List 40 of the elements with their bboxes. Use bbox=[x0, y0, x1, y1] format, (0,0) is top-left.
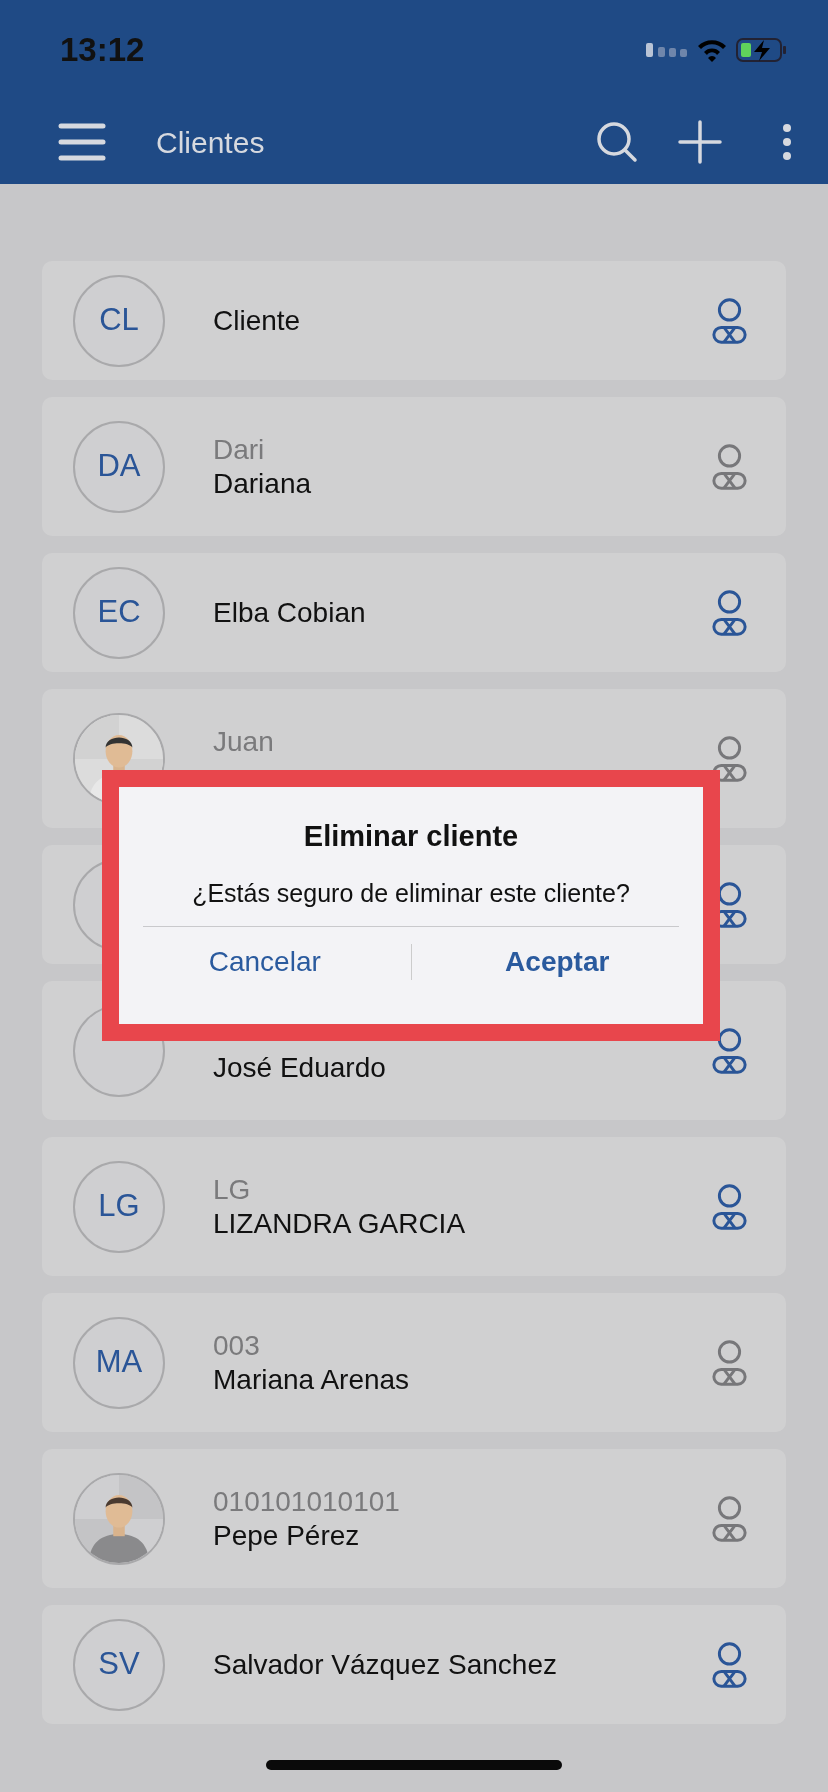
client-name: Dariana bbox=[213, 466, 313, 501]
battery-icon bbox=[736, 38, 788, 62]
avatar-initials: EC bbox=[73, 566, 165, 659]
client-row[interactable]: 010101010101 Pepe Pérez bbox=[42, 1449, 786, 1588]
client-row[interactable]: CL Cliente bbox=[42, 261, 786, 380]
client-row[interactable]: DA Dari Dariana bbox=[42, 397, 786, 536]
status-time: 13:12 bbox=[60, 30, 145, 71]
client-name: José Eduardo bbox=[213, 1050, 387, 1085]
client-row[interactable]: EC Elba Cobian bbox=[42, 553, 786, 672]
client-subtitle: Juan bbox=[213, 724, 275, 759]
wifi-icon bbox=[696, 38, 728, 62]
client-row[interactable]: LG LG LIZANDRA GARCIA bbox=[42, 1137, 786, 1276]
client-name: Salvador Vázquez Sanchez bbox=[213, 1647, 558, 1682]
menu-icon bbox=[58, 123, 106, 161]
avatar-initials: DA bbox=[73, 420, 165, 513]
add-button[interactable] bbox=[678, 120, 722, 164]
client-name: Cliente bbox=[213, 303, 302, 338]
search-button[interactable] bbox=[596, 121, 638, 163]
more-button[interactable] bbox=[782, 124, 792, 160]
screen-title: Clientes bbox=[156, 124, 266, 161]
client-row[interactable]: MA 003 Mariana Arenas bbox=[42, 1293, 786, 1432]
dialog-message: ¿Estás seguro de eliminar este cliente? bbox=[191, 877, 631, 909]
client-subtitle: Dari bbox=[213, 432, 266, 467]
client-subtitle: 010101010101 bbox=[213, 1484, 401, 1519]
search-icon bbox=[596, 121, 638, 163]
client-subtitle: 003 bbox=[213, 1328, 261, 1363]
plus-icon bbox=[678, 120, 722, 164]
avatar-initials: SV bbox=[73, 1618, 165, 1711]
more-icon bbox=[782, 124, 792, 160]
menu-button[interactable] bbox=[58, 123, 106, 161]
signal-icon bbox=[646, 43, 688, 57]
client-name: LIZANDRA GARCIA bbox=[213, 1206, 467, 1241]
client-subtitle: LG bbox=[213, 1172, 252, 1207]
client-name: Elba Cobian bbox=[213, 595, 367, 630]
avatar-initials: LG bbox=[73, 1160, 165, 1253]
client-name: Mariana Arenas bbox=[213, 1362, 411, 1397]
client-row[interactable]: SV Salvador Vázquez Sanchez bbox=[42, 1605, 786, 1724]
avatar-initials: MA bbox=[73, 1316, 165, 1409]
client-name: Pepe Pérez bbox=[213, 1518, 361, 1553]
avatar-initials: CL bbox=[73, 274, 165, 367]
